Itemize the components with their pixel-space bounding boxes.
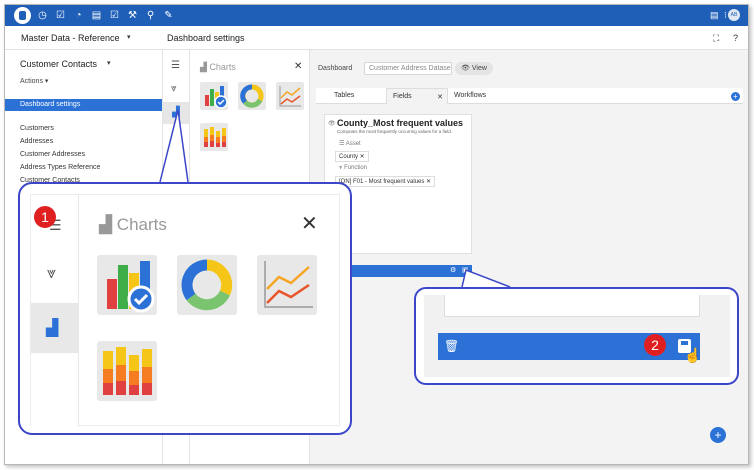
stacked-bar-chart-icon: [103, 347, 152, 395]
help-icon[interactable]: ?: [733, 33, 738, 43]
help-icon[interactable]: ⁝: [724, 10, 727, 21]
add-widget-button[interactable]: +: [710, 427, 726, 443]
bar-chart-icon: ▟: [46, 320, 59, 337]
line-chart-icon: [264, 261, 313, 308]
trash-icon[interactable]: 🗑: [444, 339, 459, 353]
notes-icon[interactable]: ▤: [710, 10, 719, 21]
charts-title: Charts: [209, 62, 236, 72]
main-content: Dashboard Customer Address Datase 👁 View…: [310, 50, 748, 464]
wrench-icon[interactable]: ⚒: [127, 10, 138, 21]
funnel-icon[interactable]: ⩔: [47, 265, 56, 283]
bar-chart-thumb-large[interactable]: [97, 255, 157, 315]
chevron-down-icon[interactable]: ▾: [107, 59, 111, 67]
gauge-icon[interactable]: ◔: [73, 10, 84, 21]
stacked-bar-chart-thumb[interactable]: [200, 123, 228, 151]
nav-item-customer-addresses[interactable]: Customer Addresses: [20, 151, 85, 158]
zoom-sidebar-active[interactable]: ▟: [31, 303, 79, 353]
charts-zoom-panel: ☰ ⩔ ▟ ▟ Charts ✕: [30, 194, 340, 427]
bar-chart-icon: [205, 86, 228, 109]
asset-label: ☰ Asset: [339, 141, 361, 147]
checklist-icon[interactable]: ☑: [109, 10, 120, 21]
pointer-icon: ☝: [684, 347, 702, 363]
close-icon[interactable]: ✕: [294, 61, 302, 72]
breadcrumb: Dashboard: [318, 65, 353, 72]
add-tab-icon[interactable]: +: [731, 92, 740, 101]
gear-icon[interactable]: ⚙: [450, 266, 456, 274]
function-chip-label: [ON] F01 - Most frequent values: [339, 179, 425, 185]
donut-chart-thumb[interactable]: [238, 82, 266, 110]
nav-item-customers[interactable]: Customers: [20, 125, 54, 132]
charts-zoom-title: ▟ Charts: [99, 215, 167, 234]
step-badge-1: 1: [34, 206, 56, 228]
sub-header: Master Data - Reference ▾ Dashboard sett…: [5, 26, 748, 50]
stacked-bar-chart-thumb-large[interactable]: [97, 341, 157, 401]
bar-chart-icon: [107, 261, 155, 313]
donut-chart-icon: [181, 259, 233, 311]
donut-chart-icon: [240, 84, 264, 108]
chevron-down-icon[interactable]: ▾: [127, 33, 131, 41]
close-icon[interactable]: ✕: [437, 93, 443, 101]
zoom-sidebar: ☰ ⩔ ▟: [31, 195, 79, 427]
view-button-label: View: [471, 65, 487, 72]
widget-title: County_Most frequent values: [337, 118, 464, 128]
list-icon[interactable]: ☰: [171, 60, 180, 71]
save-icon[interactable]: ▣: [462, 266, 469, 274]
app-name[interactable]: Master Data - Reference: [21, 33, 120, 43]
expand-icon[interactable]: ⛶: [713, 33, 719, 44]
widget-subtitle: Computes the most frequently occurring v…: [337, 129, 453, 134]
bar-chart-thumb[interactable]: [200, 82, 228, 110]
line-chart-icon: [279, 86, 301, 107]
close-icon[interactable]: ✕: [301, 211, 318, 236]
charts-zoom-title-text: Charts: [116, 215, 167, 234]
top-bar: ◷ ☑ ◔ ▤ ☑ ⚒ ⚲ ✎ ▤ ⁝ AB: [5, 5, 748, 26]
list-icon[interactable]: ▤: [91, 10, 102, 21]
asset-label-text: Asset: [345, 141, 361, 147]
step-badge-2: 2: [644, 334, 666, 356]
function-chip[interactable]: [ON] F01 - Most frequent values ✕: [335, 176, 436, 187]
nav-item-address-types[interactable]: Address Types Reference: [20, 164, 100, 171]
tab-fields-label: Fields: [393, 93, 412, 100]
view-button[interactable]: 👁 View: [455, 62, 493, 75]
line-chart-thumb-large[interactable]: [257, 255, 317, 315]
asset-select-value: Customer Address Datase: [369, 65, 451, 72]
donut-chart-thumb-large[interactable]: [177, 255, 237, 315]
bar-chart-icon[interactable]: ▟: [163, 102, 189, 124]
funnel-icon[interactable]: ⩔: [171, 83, 177, 94]
avatar[interactable]: AB: [728, 9, 740, 21]
tab-bar: Tables Fields ✕ Workflows +: [316, 88, 743, 104]
database-icon[interactable]: [14, 7, 31, 24]
clock-icon[interactable]: ◷: [37, 10, 48, 21]
asset-select[interactable]: Customer Address Datase: [364, 62, 452, 75]
tab-fields[interactable]: Fields ✕: [386, 88, 448, 104]
asset-chip-label: County: [339, 154, 359, 160]
page-title: Dashboard settings: [167, 33, 245, 43]
tab-tables[interactable]: Tables: [334, 92, 354, 99]
asset-chip[interactable]: County ✕: [335, 151, 369, 162]
charts-panel-title: ▟ Charts: [200, 62, 236, 72]
save-zoom-panel: 🗑: [424, 295, 730, 377]
stacked-bar-chart-icon: [204, 127, 226, 147]
nav-item-dashboard-settings[interactable]: Dashboard settings: [5, 99, 162, 111]
widget-input-area: [444, 295, 700, 317]
function-label: ⩔ Function: [339, 165, 368, 171]
tools-icon[interactable]: ✎: [163, 10, 174, 21]
actions-menu[interactable]: Actions ▾: [20, 77, 48, 85]
check-icon[interactable]: ☑: [55, 10, 66, 21]
callout-charts-zoom: ☰ ⩔ ▟ ▟ Charts ✕ 1: [18, 182, 352, 435]
function-label-text: Function: [344, 165, 368, 171]
asset-title[interactable]: Customer Contacts: [20, 59, 97, 69]
eye-icon[interactable]: 👁: [328, 120, 336, 127]
actions-label: Actions: [20, 78, 43, 85]
callout-save-zoom: 🗑 2 ☝: [414, 287, 739, 385]
search-icon[interactable]: ⚲: [145, 10, 156, 21]
line-chart-thumb[interactable]: [276, 82, 304, 110]
tab-workflows[interactable]: Workflows: [454, 92, 486, 99]
nav-item-addresses[interactable]: Addresses: [20, 138, 53, 145]
